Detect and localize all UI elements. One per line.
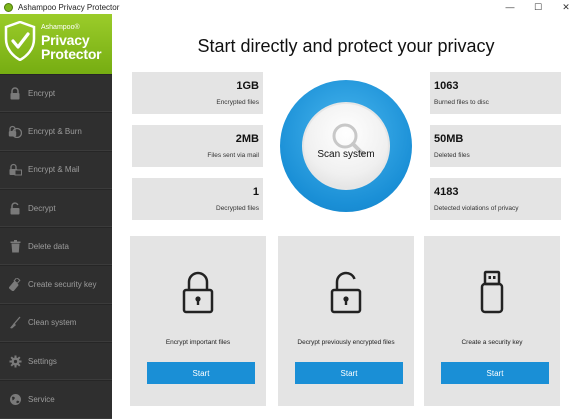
broom-icon	[8, 316, 22, 330]
decrypt-start-button[interactable]: Start	[295, 362, 403, 384]
sidebar-item-encrypt[interactable]: Encrypt	[0, 74, 112, 113]
sidebar-nav: Encrypt Encrypt & Burn Encrypt & Mail De…	[0, 74, 112, 419]
shield-check-icon	[4, 21, 36, 61]
sidebar: Ashampoo® Privacy Protector Encrypt Encr…	[0, 14, 112, 419]
stat-label: Decrypted files	[216, 205, 259, 212]
sidebar-item-label: Encrypt	[28, 88, 56, 98]
window-controls: — ☐ ✕	[496, 0, 580, 14]
card-description: Create a security key	[461, 339, 523, 346]
trash-icon	[8, 239, 22, 253]
security-key-start-button[interactable]: Start	[441, 362, 549, 384]
sidebar-item-label: Clean system	[28, 318, 77, 328]
scan-system-label: Scan system	[317, 149, 375, 160]
sidebar-item-encrypt-mail[interactable]: Encrypt & Mail	[0, 150, 112, 189]
sidebar-item-label: Decrypt	[28, 203, 56, 213]
main-panel: Start directly and protect your privacy …	[112, 14, 580, 419]
close-button[interactable]: ✕	[552, 0, 580, 14]
stat-label: Detected violations of privacy	[434, 205, 519, 212]
usb-stick-icon	[480, 270, 504, 314]
unlock-icon	[8, 201, 22, 215]
sidebar-item-encrypt-burn[interactable]: Encrypt & Burn	[0, 112, 112, 151]
maximize-button[interactable]: ☐	[524, 0, 552, 14]
stat-label: Files sent via mail	[207, 152, 259, 159]
app-icon	[4, 2, 13, 12]
minimize-button[interactable]: —	[496, 0, 524, 14]
lock-mail-icon	[8, 163, 22, 177]
stat-decrypted-files: 1 Decrypted files	[132, 178, 263, 220]
gear-icon	[8, 354, 22, 368]
sidebar-item-label: Create security key	[28, 280, 97, 290]
padlock-closed-icon	[182, 271, 214, 314]
card-description: Encrypt important files	[165, 339, 231, 346]
stat-burned-files: 1063 Burned files to disc	[430, 72, 561, 114]
scan-system-button[interactable]: Scan system	[302, 102, 390, 190]
padlock-open-icon	[330, 271, 362, 314]
window-title: Ashampoo Privacy Protector	[18, 2, 120, 12]
page-title: Start directly and protect your privacy	[197, 36, 495, 56]
sidebar-item-delete-data[interactable]: Delete data	[0, 227, 112, 266]
stat-files-sent-via-mail: 2MB Files sent via mail	[132, 125, 263, 167]
lock-icon	[8, 86, 22, 100]
sidebar-item-service[interactable]: Service	[0, 380, 112, 419]
brand-logo: Ashampoo® Privacy Protector	[0, 14, 112, 74]
brand-line-2: Protector	[41, 46, 102, 62]
card-description: Decrypt previously encrypted files	[297, 339, 395, 346]
title-bar: Ashampoo Privacy Protector — ☐ ✕	[0, 0, 580, 14]
stat-value: 50MB	[434, 133, 464, 145]
sidebar-item-label: Encrypt & Burn	[28, 126, 82, 136]
card-decrypt: Decrypt previously encrypted files Start	[278, 236, 414, 406]
sidebar-item-create-security-key[interactable]: Create security key	[0, 265, 112, 304]
stat-value: 2MB	[235, 133, 259, 145]
sidebar-item-decrypt[interactable]: Decrypt	[0, 188, 112, 228]
encrypt-start-button[interactable]: Start	[147, 362, 255, 384]
stat-deleted-files: 50MB Deleted files	[430, 125, 561, 167]
brand-vendor: Ashampoo®	[41, 24, 80, 31]
stat-label: Encrypted files	[216, 99, 259, 106]
scan-ring: Scan system	[270, 70, 422, 222]
globe-icon	[8, 393, 22, 407]
stat-privacy-violations: 4183 Detected violations of privacy	[430, 178, 561, 220]
stat-label: Burned files to disc	[434, 99, 489, 106]
lock-disc-icon	[8, 124, 22, 138]
sidebar-item-label: Delete data	[28, 241, 69, 251]
stat-value: 1063	[434, 80, 459, 92]
sidebar-item-label: Settings	[28, 356, 57, 366]
stat-value: 1	[252, 186, 259, 198]
usb-key-icon	[8, 278, 22, 292]
stat-value: 1GB	[236, 80, 259, 92]
card-security-key: Create a security key Start	[424, 236, 560, 406]
sidebar-item-settings[interactable]: Settings	[0, 342, 112, 381]
sidebar-item-label: Encrypt & Mail	[28, 165, 80, 175]
stat-label: Deleted files	[434, 152, 470, 159]
sidebar-item-clean-system[interactable]: Clean system	[0, 303, 112, 343]
card-encrypt: Encrypt important files Start	[130, 236, 266, 406]
stat-encrypted-files: 1GB Encrypted files	[132, 72, 263, 114]
scan-ring-accent: Scan system	[280, 80, 412, 212]
brand-line-1: Privacy	[41, 32, 90, 48]
stat-value: 4183	[434, 186, 459, 198]
sidebar-item-label: Service	[28, 395, 55, 405]
